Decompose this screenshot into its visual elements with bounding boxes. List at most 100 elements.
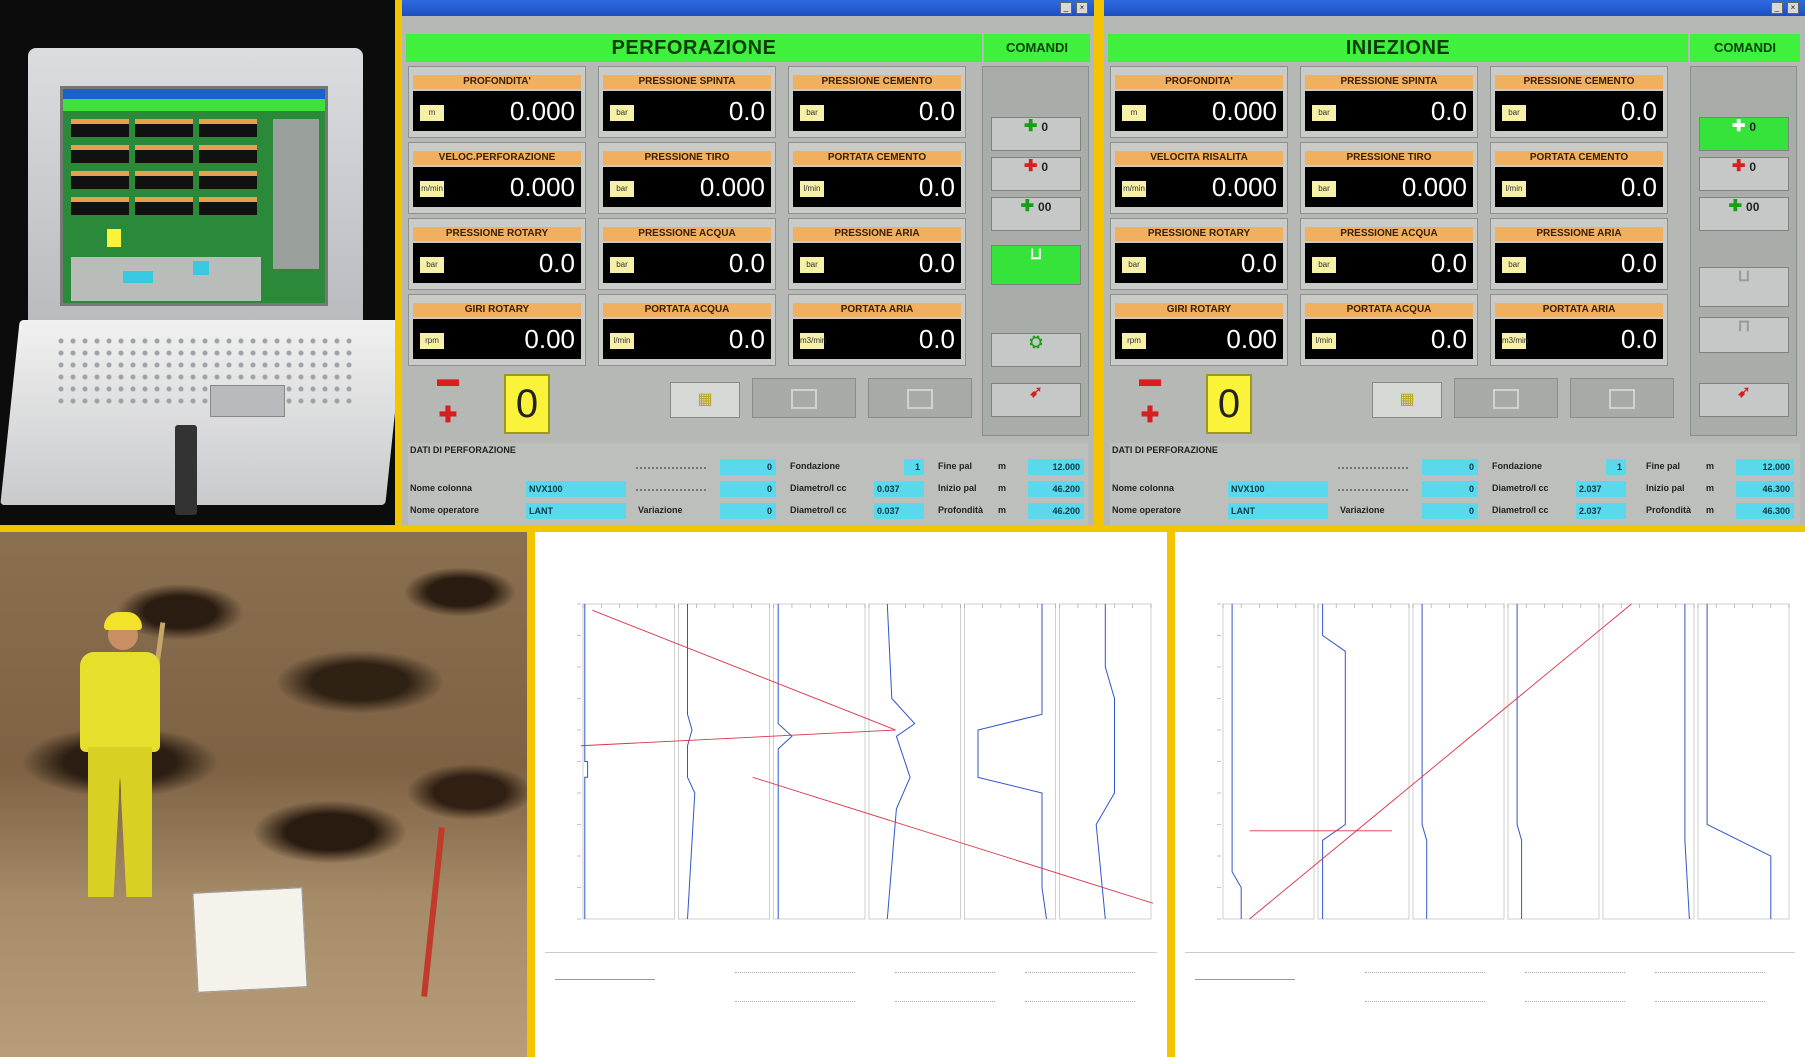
window-titlebar: _ ×: [1104, 0, 1805, 16]
gauge-value: 0.0: [918, 96, 955, 126]
gauge-label: PRESSIONE ARIA: [1495, 227, 1663, 241]
gauge-value: 0.0: [728, 248, 765, 278]
diametro-value-2: 0.037: [874, 503, 924, 519]
inizio-label: Inizio pal: [1646, 483, 1685, 493]
hard-hat: [104, 612, 142, 630]
minus-icon: ▬: [437, 366, 459, 391]
laptop-touchpad: [210, 385, 285, 417]
diametro-value-1: 0.037: [874, 481, 924, 497]
gauge-unit: bar: [420, 257, 444, 273]
increment-button[interactable]: ✚: [418, 404, 478, 436]
gauge-value: 0.000: [699, 172, 765, 202]
profondita-unit: m: [998, 505, 1007, 515]
variazione-label: Variazione: [1340, 505, 1385, 515]
gauge-value: 0.0: [1240, 248, 1277, 278]
gauge-label: PRESSIONE ACQUA: [603, 227, 771, 241]
diametro-value-2: 2.037: [1576, 503, 1626, 519]
gauge-display: bar 0.0: [603, 243, 771, 283]
gauge-label: PRESSIONE CEMENTO: [1495, 75, 1663, 89]
reset-button[interactable]: ✚ 00: [1699, 197, 1789, 231]
iniezione-window: _ × INIEZIONE COMANDI ✚ 0 ✚ 0 ✚ 00 ⊔ ⊓ ➹ PR…: [1104, 0, 1805, 525]
action-button-2[interactable]: [868, 378, 972, 418]
fine-value: 12.000: [1736, 459, 1794, 475]
laptop-stand: [175, 425, 197, 515]
site-photo: [0, 532, 527, 1057]
gauge-unit: bar: [800, 105, 824, 121]
rilevamento-button[interactable]: ⛭: [991, 333, 1081, 367]
reset-count: 00: [1038, 200, 1052, 214]
gauge-value: 0.0: [1430, 324, 1467, 354]
data-title: DATI DI PERFORAZIONE: [410, 445, 516, 455]
minimize-button[interactable]: _: [1771, 2, 1783, 14]
gauge-unit: bar: [1312, 181, 1336, 197]
gauge-unit: m: [420, 105, 444, 121]
gauge-value: 0.0: [918, 172, 955, 202]
gauge-display: m3/min 0.0: [1495, 319, 1663, 359]
gauge-display: bar 0.0: [793, 91, 961, 131]
stop-button[interactable]: ✚ 0: [991, 157, 1081, 191]
gauge-panel: PORTATA CEMENTO l/min 0.0: [1490, 142, 1668, 214]
gauge-label: PRESSIONE ROTARY: [413, 227, 581, 241]
mode-button[interactable]: ⊔: [991, 245, 1081, 285]
stop-button[interactable]: ✚ 0: [1699, 157, 1789, 191]
profondita-value: 46.200: [1028, 503, 1084, 519]
laptop-photo: [0, 0, 395, 525]
reset-button[interactable]: ✚ 00: [991, 197, 1081, 231]
action-button-1[interactable]: [1454, 378, 1558, 418]
gauge-display: bar 0.0: [413, 243, 581, 283]
diametro-label: Diametro/I cc: [1492, 483, 1549, 493]
mode-button-2[interactable]: ⊓: [1699, 317, 1789, 353]
counter-display: 0: [504, 374, 550, 434]
gauge-unit: bar: [610, 181, 634, 197]
operatore-value: LANT: [526, 503, 626, 519]
gauge-display: m 0.000: [413, 91, 581, 131]
close-button[interactable]: ×: [1787, 2, 1799, 14]
gauge-panel: PRESSIONE TIRO bar 0.000: [1300, 142, 1478, 214]
decrement-button[interactable]: ▬: [1120, 368, 1180, 400]
start-button[interactable]: ✚ 0: [1699, 117, 1789, 151]
fine-colonna-button[interactable]: ➹: [1699, 383, 1789, 417]
grid-icon[interactable]: ▦: [1372, 382, 1442, 418]
gauge-unit: bar: [800, 257, 824, 273]
gauge-label: PORTATA CEMENTO: [1495, 151, 1663, 165]
gauge-label: VELOCITA RISALITA: [1115, 151, 1283, 165]
plus-icon: ✚: [1731, 158, 1746, 175]
plus-icon: ✚: [1140, 402, 1160, 427]
gauge-unit: l/min: [1312, 333, 1336, 349]
gauge-display: bar 0.0: [1495, 243, 1663, 283]
gauge-label: PRESSIONE TIRO: [603, 151, 771, 165]
gauge-value: 0.0: [1430, 96, 1467, 126]
gauge-value: 0.00: [1226, 324, 1277, 354]
gauge-unit: bar: [1502, 105, 1526, 121]
gauge-unit: bar: [1312, 105, 1336, 121]
gauge-display: bar 0.0: [1115, 243, 1283, 283]
gauge-value: 0.0: [538, 248, 575, 278]
profondita-label: Profondità: [1646, 505, 1691, 515]
gauge-label: PORTATA ARIA: [1495, 303, 1663, 317]
action-button-2[interactable]: [1570, 378, 1674, 418]
plus-icon: ✚: [1023, 118, 1038, 135]
bottom-controls: ▬ ✚ 0 ▦: [1110, 368, 1690, 440]
commands-caption: [1691, 67, 1796, 71]
gauge-panel: PORTATA ARIA m3/min 0.0: [788, 294, 966, 366]
gauge-unit: rpm: [420, 333, 444, 349]
action-button-1[interactable]: [752, 378, 856, 418]
stop-count: 0: [1041, 160, 1049, 174]
decrement-button[interactable]: ▬: [418, 368, 478, 400]
gauge-panel: PRESSIONE TIRO bar 0.000: [598, 142, 776, 214]
gauge-label: PRESSIONE TIRO: [1305, 151, 1473, 165]
gauge-panel: PORTATA CEMENTO l/min 0.0: [788, 142, 966, 214]
start-button[interactable]: ✚ 0: [991, 117, 1081, 151]
mode-button[interactable]: ⊔: [1699, 267, 1789, 307]
gauge-unit: bar: [1312, 257, 1336, 273]
minimize-button[interactable]: _: [1060, 2, 1072, 14]
increment-button[interactable]: ✚: [1120, 404, 1180, 436]
gauge-unit: m3/min: [1502, 333, 1528, 349]
fine-colonna-button[interactable]: ➹: [991, 383, 1081, 417]
gauge-label: PRESSIONE ARIA: [793, 227, 961, 241]
survey-stake: [421, 827, 445, 997]
variazione-label: Variazione: [638, 505, 683, 515]
close-button[interactable]: ×: [1076, 2, 1088, 14]
inizio-label: Inizio pal: [938, 483, 977, 493]
grid-icon[interactable]: ▦: [670, 382, 740, 418]
